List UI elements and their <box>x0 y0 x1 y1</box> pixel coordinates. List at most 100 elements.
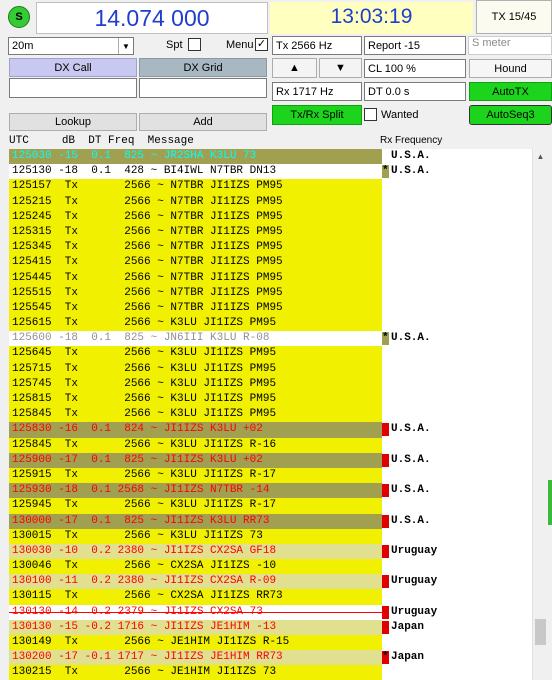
rx-frequency-list[interactable]: U.S.A. * U.S.A. * U.S.A. U.S.A. U.S.A. U.S.A. U.… <box>382 149 532 680</box>
rx-row <box>382 195 532 210</box>
rx-country-label: U.S.A. <box>391 332 431 345</box>
rx-row: U.S.A. <box>382 422 532 437</box>
decode-row[interactable]: 125830 -16 0.1 824 ~ JI1IZS K3LU +02 <box>9 422 382 438</box>
decode-row[interactable]: 125915 Tx 2566 ~ K3LU JI1IZS R-17 <box>9 467 382 484</box>
rx-frequency-spinbox[interactable]: Rx 1717 Hz <box>272 82 362 101</box>
wanted-checkbox[interactable] <box>364 108 377 121</box>
spt-checkbox[interactable] <box>188 38 201 51</box>
dx-grid-label: DX Grid <box>139 58 267 77</box>
report-spinbox[interactable]: Report -15 <box>364 36 466 55</box>
arrow-up-button[interactable]: ▲ <box>272 58 317 78</box>
hound-button[interactable]: Hound <box>469 59 552 78</box>
rx-country-label: U.S.A. <box>391 453 431 466</box>
decode-row[interactable]: 125245 Tx 2566 ~ N7TBR JI1IZS PM95 <box>9 209 382 225</box>
list-scrollbar[interactable]: ▲ <box>532 149 547 680</box>
band-activity-list[interactable]: 125030 -15 0.1 825 ~ JR2SHA K3LU 73 12513… <box>9 149 382 680</box>
side-edge-marker <box>548 480 552 525</box>
decode-row[interactable]: 125545 Tx 2566 ~ N7TBR JI1IZS PM95 <box>9 300 382 317</box>
decode-row[interactable]: 125845 Tx 2566 ~ K3LU JI1IZS PM95 <box>9 407 382 423</box>
col-dt: DT <box>88 135 102 147</box>
autotx-button[interactable]: AutoTX <box>469 82 552 101</box>
decode-row[interactable]: 125345 Tx 2566 ~ N7TBR JI1IZS PM95 <box>9 240 382 256</box>
decode-row[interactable]: 130115 Tx 2566 ~ CX2SA JI1IZS RR73 <box>9 589 382 605</box>
band-value: 20m <box>12 40 34 52</box>
menu-checkbox[interactable]: ✓ <box>255 38 268 51</box>
decode-row[interactable]: 130100 -11 0.2 2380 ~ JI1IZS CX2SA R-09 <box>9 574 382 590</box>
decode-row[interactable]: 125445 Tx 2566 ~ N7TBR JI1IZS PM95 <box>9 270 382 286</box>
decode-row[interactable]: 125030 -15 0.1 825 ~ JR2SHA K3LU 73 <box>9 149 382 165</box>
rx-row: U.S.A. <box>382 483 532 498</box>
rx-country-label: Uruguay <box>391 544 438 557</box>
rx-row <box>382 468 532 483</box>
decode-row[interactable]: 125157 Tx 2566 ~ N7TBR JI1IZS PM95 <box>9 179 382 195</box>
rx-row <box>382 498 532 513</box>
decode-row[interactable]: 130030 -10 0.2 2380 ~ JI1IZS CX2SA GF18 <box>9 543 382 560</box>
rx-row <box>382 635 532 650</box>
dx-call-label: DX Call <box>9 58 137 77</box>
rx-marker-icon <box>382 575 389 589</box>
rx-row <box>382 179 532 194</box>
utc-clock-display: 13:03:19 <box>270 2 473 34</box>
rx-row <box>382 225 532 240</box>
arrow-down-button[interactable]: ▼ <box>319 58 362 78</box>
dt-spinbox[interactable]: DT 0.0 s <box>364 82 466 101</box>
rx-marker-icon: * <box>382 165 389 179</box>
decode-row[interactable]: 130215 Tx 2566 ~ JE1HIM JI1IZS 73 <box>9 665 382 680</box>
rx-frequency-header: Rx Frequency <box>380 135 443 146</box>
rx-row: Uruguay <box>382 544 532 559</box>
tx-rx-split-button[interactable]: Tx/Rx Split <box>272 105 362 125</box>
dx-grid-input[interactable] <box>139 78 267 98</box>
col-db: dB <box>61 135 76 147</box>
decode-row[interactable]: 125845 Tx 2566 ~ K3LU JI1IZS R-16 <box>9 437 382 453</box>
decode-row[interactable]: 125600 -18 0.1 825 ~ JN6III K3LU R-08 <box>9 331 382 347</box>
decode-row[interactable]: 125515 Tx 2566 ~ N7TBR JI1IZS PM95 <box>9 285 382 301</box>
dial-frequency-display: 14.074 000 <box>36 2 268 34</box>
decode-row[interactable]: 125615 Tx 2566 ~ K3LU JI1IZS PM95 <box>9 316 382 332</box>
decode-row[interactable]: 130015 Tx 2566 ~ K3LU JI1IZS 73 <box>9 528 382 544</box>
chevron-down-icon[interactable]: ▼ <box>118 38 133 54</box>
decode-row[interactable]: 125315 Tx 2566 ~ N7TBR JI1IZS PM95 <box>9 224 382 241</box>
autoseq3-button[interactable]: AutoSeq3 <box>469 105 552 125</box>
band-select[interactable]: 20m ▼ <box>8 37 134 55</box>
decode-row[interactable]: 125415 Tx 2566 ~ N7TBR JI1IZS PM95 <box>9 255 382 271</box>
decode-row[interactable]: 125215 Tx 2566 ~ N7TBR JI1IZS PM95 <box>9 194 382 210</box>
rx-row <box>382 392 532 407</box>
decode-row[interactable]: 125930 -18 0.1 2568 ~ JI1IZS N7TBR -14 <box>9 483 382 499</box>
tx-frequency-spinbox[interactable]: Tx 2566 Hz <box>272 36 362 55</box>
cl-percent-spinbox[interactable]: CL 100 % <box>364 59 466 78</box>
scroll-thumb[interactable] <box>535 619 546 645</box>
decode-row[interactable]: 125130 -18 0.1 428 ~ BI4IWL N7TBR DN13 <box>9 164 382 180</box>
rx-row: U.S.A. <box>382 514 532 529</box>
rx-row <box>382 377 532 392</box>
decode-row[interactable]: 130000 -17 0.1 825 ~ JI1IZS K3LU RR73 <box>9 513 382 529</box>
rx-country-label: Japan <box>391 620 425 633</box>
rx-marker-icon <box>382 620 389 634</box>
decode-row[interactable]: 130130 -14 0.2 2379 ~ JI1IZS CX2SA 73 <box>9 604 382 620</box>
add-button[interactable]: Add <box>139 113 267 131</box>
scroll-up-icon[interactable]: ▲ <box>533 149 548 163</box>
tx-counter[interactable]: TX 15/45 <box>476 0 552 34</box>
rx-country-label: U.S.A. <box>391 150 431 162</box>
rx-row <box>382 346 532 361</box>
rx-country-label: U.S.A. <box>391 165 431 178</box>
decode-row[interactable]: 125645 Tx 2566 ~ K3LU JI1IZS PM95 <box>9 346 382 362</box>
decode-row[interactable]: 125945 Tx 2566 ~ K3LU JI1IZS R-17 <box>9 498 382 514</box>
decode-row[interactable]: 130130 -15 -0.2 1716 ~ JI1IZS JE1HIM -13 <box>9 619 382 635</box>
lookup-button[interactable]: Lookup <box>9 113 137 131</box>
s-meter-field: S meter <box>468 36 552 55</box>
decode-row[interactable]: 130046 Tx 2566 ~ CX2SA JI1IZS -10 <box>9 559 382 575</box>
utc-clock-text: 13:03:19 <box>330 5 413 28</box>
dial-frequency-text: 14.074 000 <box>94 5 210 31</box>
rx-row <box>382 210 532 225</box>
decode-row[interactable]: 125900 -17 0.1 825 ~ JI1IZS K3LU +02 <box>9 452 382 468</box>
decode-row[interactable]: 125815 Tx 2566 ~ K3LU JI1IZS PM95 <box>9 392 382 408</box>
decode-row[interactable]: 130200 -17 -0.1 1717 ~ JI1IZS JE1HIM RR7… <box>9 650 382 666</box>
col-utc: UTC <box>9 135 29 147</box>
dx-call-input[interactable] <box>9 78 137 98</box>
rx-row: U.S.A. <box>382 149 532 164</box>
rx-marker-icon <box>382 423 389 437</box>
decode-row[interactable]: 130149 Tx 2566 ~ JE1HIM JI1IZS R-15 <box>9 635 382 651</box>
decode-row[interactable]: 125715 Tx 2566 ~ K3LU JI1IZS PM95 <box>9 361 382 377</box>
rx-country-label: U.S.A. <box>391 484 431 497</box>
decode-row[interactable]: 125745 Tx 2566 ~ K3LU JI1IZS PM95 <box>9 376 382 392</box>
